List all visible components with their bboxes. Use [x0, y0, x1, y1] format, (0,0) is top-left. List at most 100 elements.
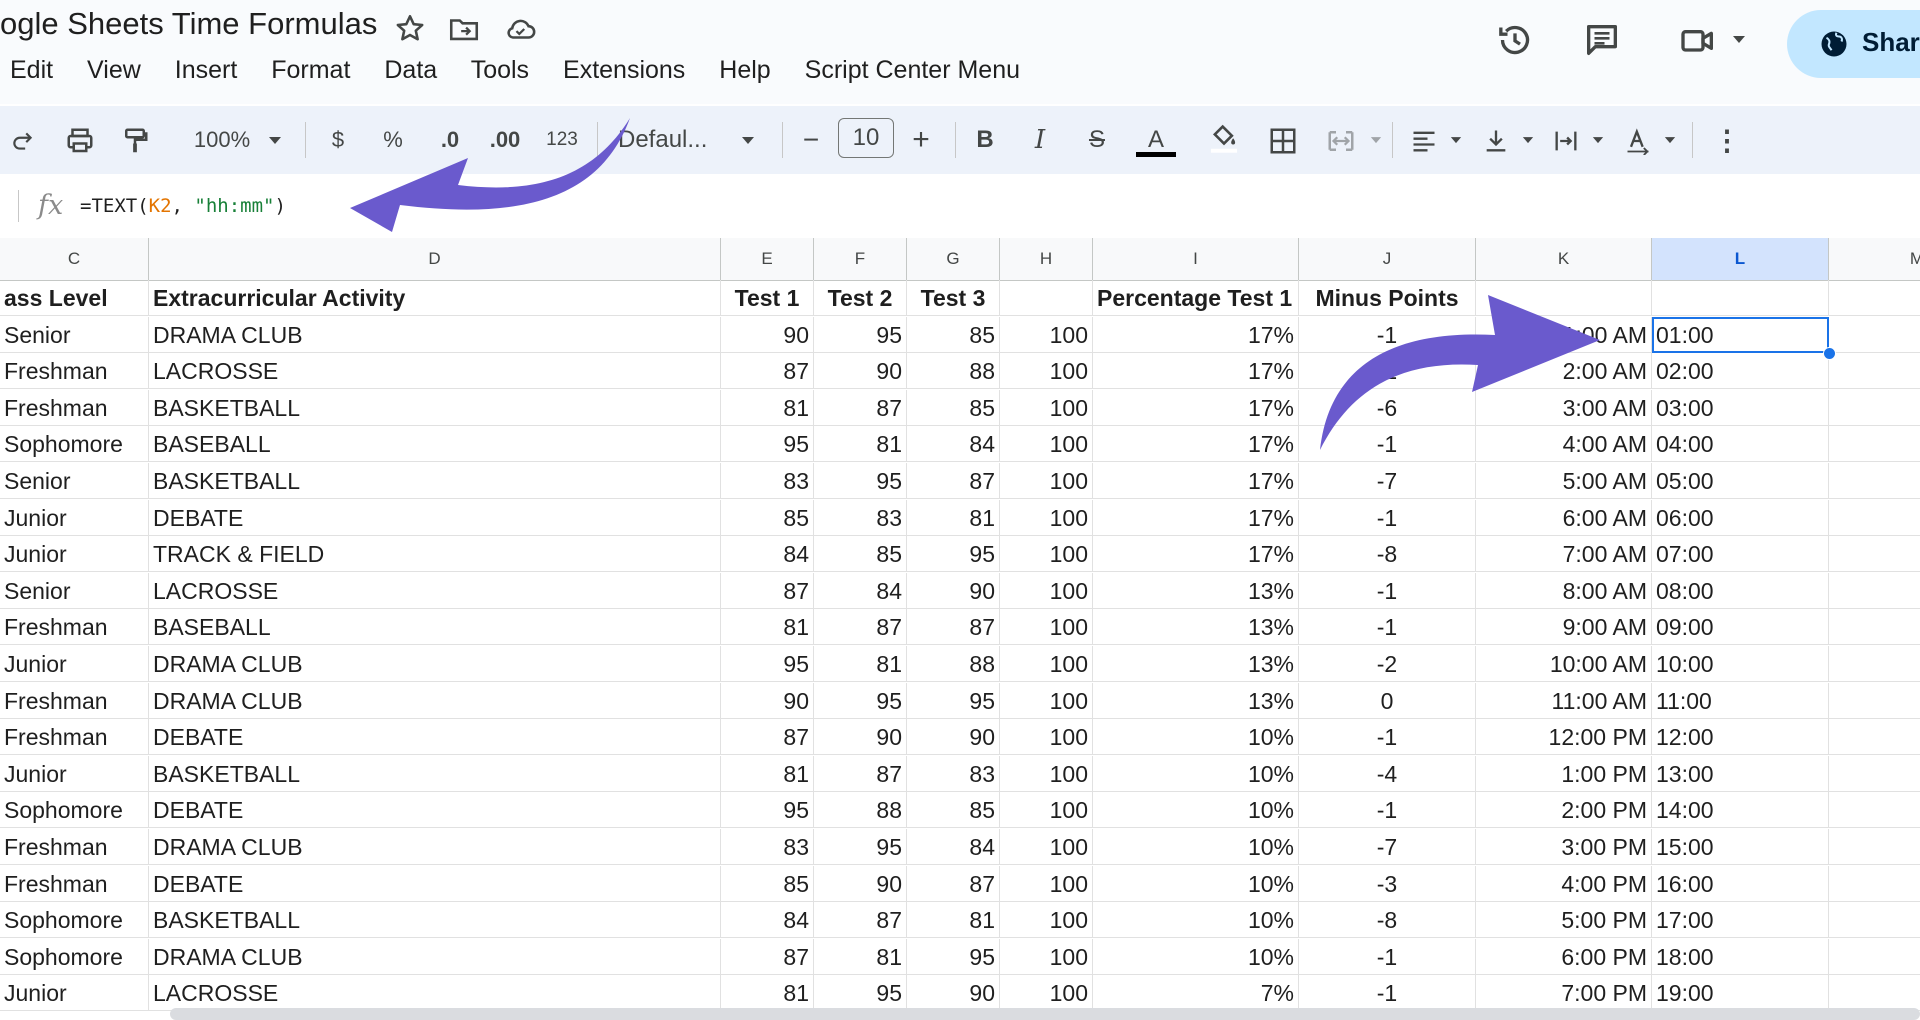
- table-cell[interactable]: 84: [907, 829, 1000, 865]
- document-title[interactable]: ogle Sheets Time Formulas: [0, 6, 377, 42]
- table-cell[interactable]: [1829, 939, 1920, 975]
- table-cell[interactable]: 10:00 AM: [1476, 646, 1652, 682]
- table-cell[interactable]: 90: [907, 572, 1000, 609]
- column-header-k[interactable]: K: [1476, 238, 1652, 280]
- table-cell[interactable]: 95: [907, 536, 1000, 573]
- menu-tools[interactable]: Tools: [471, 56, 529, 84]
- table-cell[interactable]: -3: [1299, 865, 1476, 902]
- table-cell[interactable]: 2:00 AM: [1476, 353, 1652, 390]
- table-cell[interactable]: LACROSSE: [149, 975, 721, 1012]
- column-header-j[interactable]: J: [1299, 238, 1476, 280]
- table-cell[interactable]: 100: [1000, 902, 1093, 939]
- table-cell[interactable]: 17:00: [1652, 902, 1829, 939]
- vertical-align-icon[interactable]: [1482, 127, 1510, 155]
- table-cell[interactable]: BASKETBALL: [149, 463, 721, 499]
- column-header-c[interactable]: C: [0, 238, 149, 280]
- table-cell[interactable]: 95: [907, 938, 1000, 975]
- table-cell[interactable]: 87: [907, 463, 1000, 499]
- header-cell[interactable]: Test 3: [907, 280, 1000, 316]
- table-cell[interactable]: Freshman: [0, 609, 149, 646]
- table-cell[interactable]: 100: [1000, 426, 1093, 463]
- table-cell[interactable]: [1829, 756, 1920, 792]
- table-cell[interactable]: -1: [1299, 572, 1476, 609]
- increase-decimal-button[interactable]: .00: [482, 106, 528, 174]
- table-cell[interactable]: 95: [721, 792, 814, 829]
- table-cell[interactable]: 87: [814, 389, 907, 426]
- table-cell[interactable]: 83: [814, 499, 907, 536]
- table-cell[interactable]: -1: [1299, 353, 1476, 390]
- table-cell[interactable]: 84: [814, 572, 907, 609]
- table-cell[interactable]: Senior: [0, 316, 149, 353]
- table-cell[interactable]: 10%: [1093, 938, 1299, 975]
- table-cell[interactable]: Sophomore: [0, 938, 149, 975]
- table-cell[interactable]: Freshman: [0, 389, 149, 426]
- text-rotation-icon[interactable]: [1624, 127, 1652, 155]
- table-cell[interactable]: Freshman: [0, 719, 149, 756]
- table-cell[interactable]: Junior: [0, 755, 149, 792]
- table-cell[interactable]: 7:00 PM: [1476, 975, 1652, 1012]
- table-cell[interactable]: 7:00 AM: [1476, 536, 1652, 573]
- table-cell[interactable]: [1829, 573, 1920, 609]
- table-cell[interactable]: 100: [1000, 499, 1093, 536]
- table-cell[interactable]: [1829, 646, 1920, 682]
- table-cell[interactable]: -6: [1299, 389, 1476, 426]
- table-cell[interactable]: Freshman: [0, 865, 149, 902]
- table-cell[interactable]: 100: [1000, 316, 1093, 353]
- table-cell[interactable]: 10:00: [1652, 646, 1829, 682]
- table-cell[interactable]: 100: [1000, 829, 1093, 865]
- menu-script-center[interactable]: Script Center Menu: [805, 56, 1020, 84]
- table-cell[interactable]: 2:00 PM: [1476, 792, 1652, 829]
- table-cell[interactable]: LACROSSE: [149, 353, 721, 390]
- table-cell[interactable]: 4:00 AM: [1476, 426, 1652, 463]
- table-cell[interactable]: 15:00: [1652, 829, 1829, 865]
- table-cell[interactable]: 81: [721, 755, 814, 792]
- fill-color-icon[interactable]: [1208, 120, 1240, 154]
- table-cell[interactable]: 18:00: [1652, 938, 1829, 975]
- table-cell[interactable]: 95: [814, 316, 907, 353]
- table-cell[interactable]: 13%: [1093, 646, 1299, 682]
- table-cell[interactable]: -1: [1299, 609, 1476, 646]
- star-icon[interactable]: [393, 12, 427, 46]
- table-cell[interactable]: 84: [721, 536, 814, 573]
- table-cell[interactable]: [1829, 500, 1920, 536]
- table-cell[interactable]: 3:00 AM: [1476, 389, 1652, 426]
- table-cell[interactable]: 17%: [1093, 316, 1299, 353]
- table-cell[interactable]: DEBATE: [149, 719, 721, 756]
- table-cell[interactable]: 6:00 AM: [1476, 499, 1652, 536]
- number-format-button[interactable]: 123: [542, 106, 582, 174]
- table-cell[interactable]: 12:00 PM: [1476, 719, 1652, 756]
- column-header-g[interactable]: G: [907, 238, 1000, 280]
- merge-cells-icon[interactable]: [1326, 126, 1356, 156]
- table-cell[interactable]: BASKETBALL: [149, 902, 721, 939]
- table-cell[interactable]: [1829, 683, 1920, 719]
- cloud-saved-icon[interactable]: [503, 12, 537, 46]
- table-cell[interactable]: 0: [1299, 682, 1476, 719]
- table-cell[interactable]: 90: [814, 353, 907, 390]
- table-cell[interactable]: -8: [1299, 536, 1476, 573]
- table-cell[interactable]: 10%: [1093, 792, 1299, 829]
- menu-insert[interactable]: Insert: [175, 56, 238, 84]
- redo-icon[interactable]: [10, 128, 36, 154]
- table-cell[interactable]: 85: [907, 389, 1000, 426]
- table-cell[interactable]: 100: [1000, 719, 1093, 756]
- table-cell[interactable]: [1829, 353, 1920, 390]
- table-cell[interactable]: 87: [907, 609, 1000, 646]
- table-cell[interactable]: 90: [814, 719, 907, 756]
- format-currency-button[interactable]: $: [323, 106, 353, 174]
- table-cell[interactable]: 83: [721, 463, 814, 499]
- table-cell[interactable]: 85: [814, 536, 907, 573]
- table-cell[interactable]: 95: [814, 829, 907, 865]
- table-cell[interactable]: 95: [814, 463, 907, 499]
- table-cell[interactable]: [1829, 317, 1920, 353]
- chevron-down-icon[interactable]: [1370, 136, 1382, 145]
- meet-video-icon[interactable]: [1678, 20, 1718, 60]
- move-folder-icon[interactable]: [447, 12, 481, 46]
- table-cell[interactable]: 95: [721, 426, 814, 463]
- increase-font-size-button[interactable]: +: [906, 106, 936, 174]
- menu-extensions[interactable]: Extensions: [563, 56, 685, 84]
- table-cell[interactable]: 10%: [1093, 902, 1299, 939]
- decrease-decimal-button[interactable]: .0: [430, 106, 470, 174]
- more-options-button[interactable]: ⋮: [1712, 106, 1742, 174]
- table-cell[interactable]: 02:00: [1652, 353, 1829, 390]
- table-cell[interactable]: 87: [721, 353, 814, 390]
